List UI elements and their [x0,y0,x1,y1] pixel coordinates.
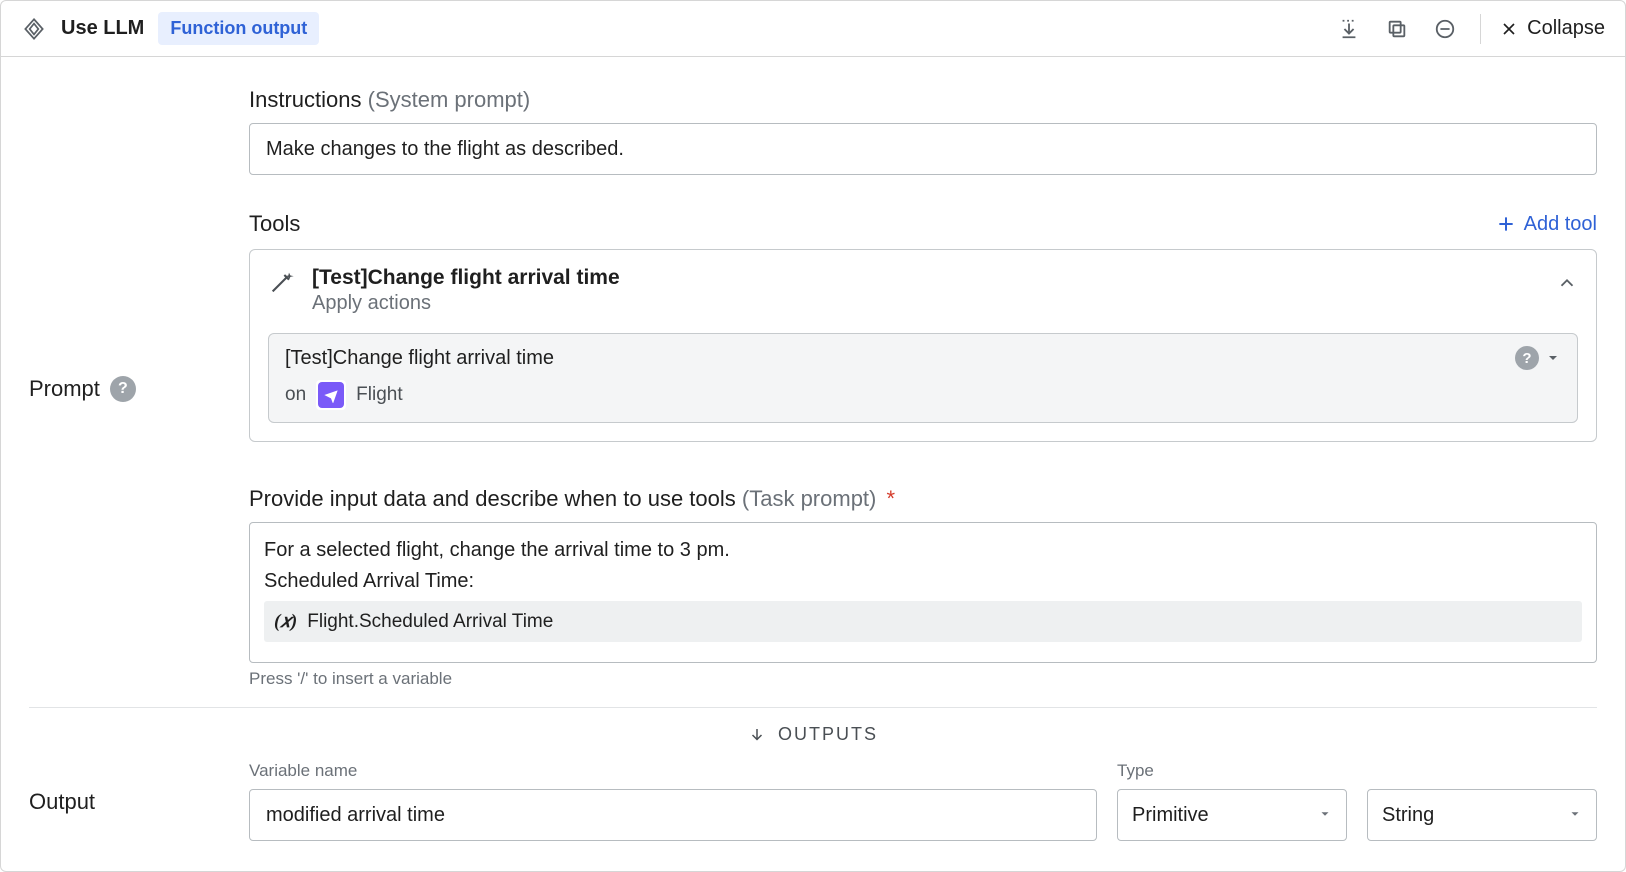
entity-name: Flight [356,384,402,406]
type-value-select[interactable]: String [1367,789,1597,841]
help-icon[interactable]: ? [1515,346,1539,370]
caret-down-icon [1568,804,1582,827]
prompt-side-label: Prompt ? [29,87,229,689]
wand-icon [268,266,296,301]
type-label: Type [1117,761,1347,781]
function-output-badge[interactable]: Function output [158,12,319,45]
tool-config-box: [Test]Change flight arrival time ? on [268,333,1578,423]
collapse-label: Collapse [1527,17,1605,40]
caret-down-icon [1318,804,1332,827]
panel-title: Use LLM [61,17,144,40]
collapse-icon [1499,19,1519,39]
task-text-line: For a selected flight, change the arriva… [264,535,1582,566]
task-label: Provide input data and describe when to … [249,486,1597,512]
section-divider [29,707,1597,708]
arrow-down-icon [748,726,766,744]
prompt-content: Instructions (System prompt) Tools Add t… [249,87,1597,689]
tools-label: Tools [249,211,300,237]
chevron-up-icon[interactable] [1556,272,1578,299]
variable-icon: (𝑥) [274,607,297,636]
type-kind-select[interactable]: Primitive [1117,789,1347,841]
help-icon[interactable]: ? [110,376,136,402]
instructions-label: Instructions (System prompt) [249,87,1597,113]
collapse-button[interactable]: Collapse [1499,17,1605,40]
caret-down-icon[interactable] [1545,350,1561,366]
add-tool-button[interactable]: Add tool [1496,213,1597,236]
outputs-separator: OUTPUTS [1,718,1625,751]
varname-label: Variable name [249,761,1097,781]
output-varname-input[interactable] [249,789,1097,841]
required-asterisk: * [887,486,896,511]
tool-title: [Test]Change flight arrival time [312,266,620,290]
import-icon[interactable] [1332,12,1366,46]
output-side-label: Output [29,787,229,815]
task-prompt-input[interactable]: For a selected flight, change the arriva… [249,522,1597,663]
on-word: on [285,384,306,406]
duplicate-icon[interactable] [1380,12,1414,46]
task-text-line: Scheduled Arrival Time: [264,566,1582,597]
llm-block-icon [21,16,47,42]
topbar-divider [1480,14,1481,44]
system-prompt-input[interactable] [249,123,1597,175]
use-llm-panel: Use LLM Function output Collapse [0,0,1626,872]
panel-header: Use LLM Function output Collapse [1,1,1625,57]
disable-icon[interactable] [1428,12,1462,46]
tool-subtitle: Apply actions [312,292,620,315]
entity-chip-flight[interactable] [316,380,346,410]
plus-icon [1496,214,1516,234]
variable-token[interactable]: (𝑥) Flight.Scheduled Arrival Time [264,601,1582,642]
airplane-icon [318,382,344,408]
tool-inner-title: [Test]Change flight arrival time [285,347,554,370]
slash-hint: Press '/' to insert a variable [249,669,1597,689]
tool-card: [Test]Change flight arrival time Apply a… [249,249,1597,442]
